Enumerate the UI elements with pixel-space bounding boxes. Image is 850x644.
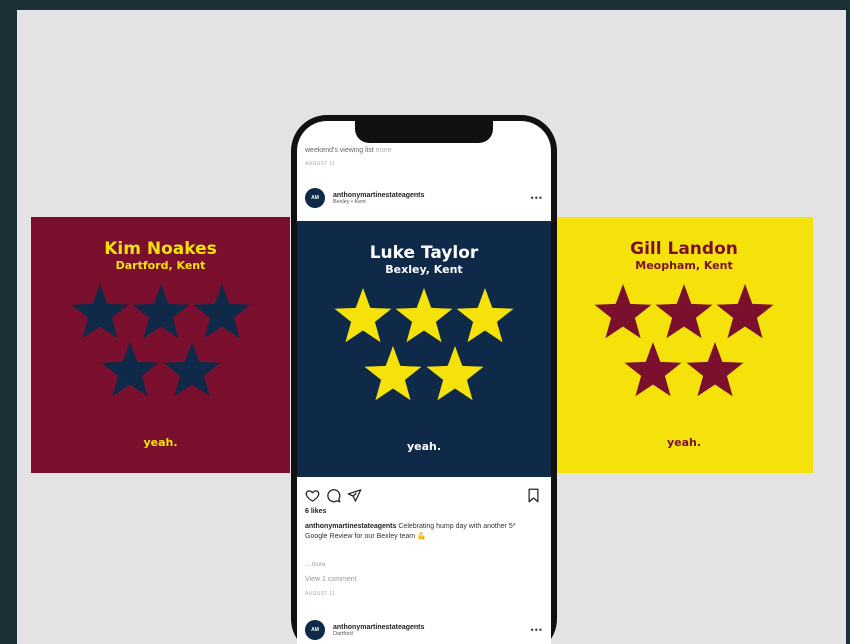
card-name: Kim Noakes [104, 239, 217, 259]
caption-more-link[interactable]: ... more [305, 562, 325, 568]
star-icon [624, 342, 682, 397]
previous-post-date: AUGUST 11 [305, 161, 336, 167]
post-location[interactable]: Bexley • Kent [333, 199, 424, 205]
post-date: AUGUST 11 [305, 591, 336, 597]
review-card-right: Gill Landon Meopham, Kent yeah. [555, 217, 813, 473]
avatar[interactable]: AM [305, 188, 325, 208]
phone-notch [355, 121, 493, 143]
star-icon [426, 346, 484, 401]
comment-icon[interactable] [326, 488, 341, 503]
star-rating [334, 288, 514, 401]
phone-mockup: weekend's viewing list more AUGUST 11 AM… [291, 115, 557, 644]
star-icon [594, 284, 652, 339]
card-location: Dartford, Kent [115, 259, 206, 272]
caption-username[interactable]: anthonymartinestateagents [305, 523, 396, 530]
star-icon [101, 342, 158, 397]
star-icon [364, 346, 422, 401]
card-tagline: yeah. [143, 436, 178, 449]
instagram-screen: weekend's viewing list more AUGUST 11 AM… [297, 121, 551, 644]
star-icon [193, 284, 250, 339]
review-card-left: Kim Noakes Dartford, Kent yeah. [31, 217, 290, 473]
card-name: Gill Landon [630, 239, 738, 259]
bookmark-icon[interactable] [526, 488, 541, 503]
star-icon [686, 342, 744, 397]
previous-post-caption: weekend's viewing list more [305, 147, 392, 154]
card-name: Luke Taylor [369, 243, 479, 263]
star-icon [655, 284, 713, 339]
previous-caption-text: weekend's viewing list [305, 147, 374, 154]
star-rating [594, 284, 774, 397]
card-location: Bexley, Kent [385, 263, 463, 276]
star-icon [716, 284, 774, 339]
star-icon [395, 288, 453, 343]
view-comments-link[interactable]: View 1 comment [305, 576, 357, 583]
star-icon [132, 284, 189, 339]
next-post-header: AM anthonymartinestateagents Dartford ••… [305, 617, 543, 643]
post-menu-icon[interactable]: ••• [531, 193, 543, 203]
share-icon[interactable] [347, 488, 362, 503]
post-location[interactable]: Dartford [333, 631, 424, 637]
heart-icon[interactable] [305, 488, 320, 503]
card-location: Meopham, Kent [635, 259, 733, 272]
star-icon [456, 288, 514, 343]
post-actions [305, 487, 541, 503]
post-header: AM anthonymartinestateagents Bexley • Ke… [305, 185, 543, 211]
avatar[interactable]: AM [305, 620, 325, 640]
review-card-center: Luke Taylor Bexley, Kent yeah. [297, 221, 551, 477]
star-icon [71, 284, 128, 339]
star-rating [71, 284, 250, 397]
like-count[interactable]: 6 likes [305, 508, 326, 515]
post-caption: anthonymartinestateagents Celebrating hu… [305, 522, 537, 542]
post-username[interactable]: anthonymartinestateagents [333, 192, 424, 199]
mockup-canvas: Kim Noakes Dartford, Kent yeah. Gill Lan… [17, 10, 846, 644]
post-menu-icon[interactable]: ••• [531, 625, 543, 635]
star-icon [163, 342, 220, 397]
card-tagline: yeah. [666, 436, 702, 449]
card-tagline: yeah. [406, 440, 442, 453]
previous-caption-more[interactable]: more [376, 147, 392, 154]
star-icon [334, 288, 392, 343]
post-username[interactable]: anthonymartinestateagents [333, 624, 424, 631]
